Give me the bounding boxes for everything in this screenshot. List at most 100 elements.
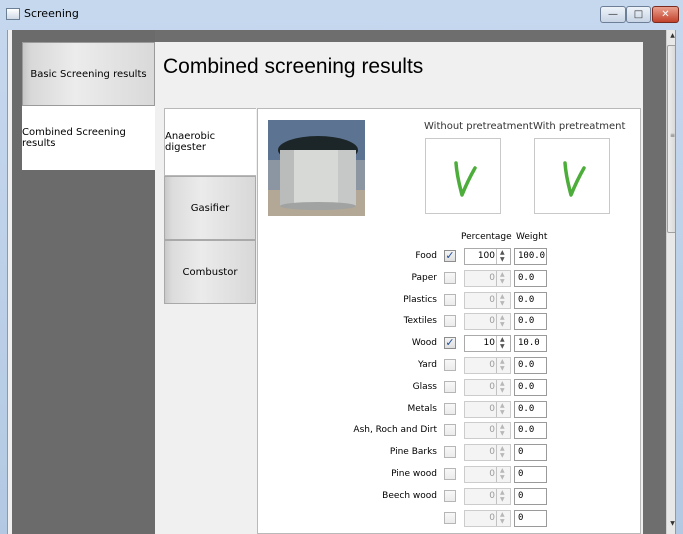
feedstock-label: Yard bbox=[417, 360, 437, 370]
spin-arrows[interactable]: ▲ ▼ bbox=[496, 423, 510, 439]
include-checkbox[interactable] bbox=[444, 315, 456, 328]
maximize-button[interactable]: □ bbox=[626, 6, 651, 23]
include-checkbox[interactable]: ✓ bbox=[444, 337, 456, 350]
feedstock-row: Pine wood 0 ▲ ▼ 0 bbox=[258, 465, 642, 485]
feedstock-row: Paper 0 ▲ ▼ 0.0 bbox=[258, 269, 642, 289]
percentage-value: 0 bbox=[489, 469, 495, 479]
percentage-spinbox[interactable]: 10 ▲ ▼ bbox=[464, 335, 511, 353]
percentage-value: 0 bbox=[489, 403, 495, 414]
weight-field[interactable]: 0.0 bbox=[514, 313, 547, 331]
percentage-column-header: Percentage bbox=[461, 232, 512, 242]
feedstock-row: Plastics 0 ▲ ▼ 0.0 bbox=[258, 291, 642, 311]
spin-arrows[interactable]: ▲ ▼ bbox=[496, 401, 510, 417]
include-checkbox[interactable] bbox=[444, 446, 456, 459]
percentage-value: 0 bbox=[489, 316, 495, 327]
include-checkbox[interactable] bbox=[444, 489, 456, 502]
weight-field[interactable]: 0.0 bbox=[514, 357, 547, 374]
page-title: Combined screening results bbox=[163, 55, 424, 78]
include-checkbox[interactable] bbox=[444, 402, 456, 415]
weight-field[interactable]: 10.0 bbox=[514, 335, 547, 353]
spin-arrows[interactable]: ▲ ▼ bbox=[496, 379, 510, 395]
weight-field[interactable]: 0.0 bbox=[514, 422, 547, 440]
include-checkbox[interactable] bbox=[444, 424, 456, 437]
tab-basic-screening-results[interactable]: Basic Screening results bbox=[22, 42, 155, 106]
spin-arrows[interactable]: ▲ ▼ bbox=[496, 336, 510, 352]
spin-down-icon[interactable]: ▼ bbox=[500, 300, 505, 307]
spin-down-icon[interactable]: ▼ bbox=[500, 322, 505, 328]
weight-field[interactable]: 0.0 bbox=[514, 400, 547, 418]
spin-up-icon[interactable]: ▲ bbox=[500, 293, 505, 300]
percentage-spinbox[interactable]: 0 ▲ ▼ bbox=[464, 444, 511, 462]
spin-arrows[interactable]: ▲ ▼ bbox=[496, 488, 510, 504]
minimize-button[interactable]: — bbox=[600, 6, 626, 23]
feedstock-row: Food ✓ 100 ▲ ▼ 100.0 bbox=[258, 247, 642, 267]
percentage-spinbox[interactable]: 0 ▲ ▼ bbox=[464, 422, 511, 440]
tab-combined-screening-results[interactable]: Combined Screening results bbox=[22, 106, 161, 170]
spin-down-icon[interactable]: ▼ bbox=[500, 344, 505, 350]
percentage-spinbox[interactable]: 0 ▲ ▼ bbox=[464, 378, 511, 396]
scroll-thumb[interactable]: ≡ bbox=[667, 45, 675, 233]
tab-combustor[interactable]: Combustor bbox=[164, 240, 256, 304]
spin-arrows[interactable]: ▲ ▼ bbox=[496, 249, 510, 264]
spin-arrows[interactable]: ▲ ▼ bbox=[496, 270, 510, 286]
spin-down-icon[interactable]: ▼ bbox=[500, 453, 505, 459]
spin-up-icon[interactable]: ▲ bbox=[500, 511, 505, 518]
percentage-spinbox[interactable]: 0 ▲ ▼ bbox=[464, 487, 511, 505]
spin-down-icon[interactable]: ▼ bbox=[500, 475, 505, 481]
include-checkbox[interactable] bbox=[444, 380, 456, 393]
spin-up-icon[interactable]: ▲ bbox=[500, 380, 505, 387]
spin-arrows[interactable]: ▲ ▼ bbox=[496, 314, 510, 330]
include-checkbox[interactable] bbox=[444, 293, 456, 306]
weight-field[interactable]: 0.0 bbox=[514, 291, 547, 309]
percentage-spinbox[interactable]: 100 ▲ ▼ bbox=[464, 248, 511, 265]
spin-down-icon[interactable]: ▼ bbox=[500, 366, 505, 372]
content-area: Basic Screening results Combined Screeni… bbox=[12, 30, 666, 534]
include-checkbox[interactable] bbox=[444, 359, 456, 371]
weight-field[interactable]: 0 bbox=[514, 466, 547, 483]
weight-field[interactable]: 0 bbox=[514, 487, 547, 505]
percentage-spinbox[interactable]: 0 ▲ ▼ bbox=[464, 313, 511, 331]
weight-field[interactable]: 0 bbox=[514, 509, 547, 527]
include-checkbox[interactable] bbox=[444, 271, 456, 284]
percentage-spinbox[interactable]: 0 ▲ ▼ bbox=[464, 291, 511, 309]
spin-up-icon[interactable]: ▲ bbox=[500, 271, 505, 278]
spin-down-icon[interactable]: ▼ bbox=[500, 278, 505, 285]
spin-arrows[interactable]: ▲ ▼ bbox=[496, 445, 510, 461]
close-button[interactable]: ✕ bbox=[652, 6, 679, 23]
tab-anaerobic-digester[interactable]: Anaerobic digester bbox=[164, 108, 256, 176]
spin-down-icon[interactable]: ▼ bbox=[500, 409, 505, 416]
spin-down-icon[interactable]: ▼ bbox=[500, 257, 505, 263]
vertical-scrollbar[interactable]: ▲ ≡ ▼ bbox=[666, 30, 675, 534]
scroll-down-arrow-icon[interactable]: ▼ bbox=[668, 520, 675, 530]
feedstock-label: Textiles bbox=[403, 316, 437, 327]
percentage-spinbox[interactable]: 0 ▲ ▼ bbox=[464, 466, 511, 483]
spin-arrows[interactable]: ▲ ▼ bbox=[496, 358, 510, 373]
spin-up-icon[interactable]: ▲ bbox=[500, 402, 505, 409]
include-checkbox[interactable]: ✓ bbox=[444, 250, 456, 262]
weight-field[interactable]: 100.0 bbox=[514, 248, 547, 265]
tab-gasifier[interactable]: Gasifier bbox=[164, 176, 256, 240]
spin-up-icon[interactable]: ▲ bbox=[500, 489, 505, 496]
include-checkbox[interactable] bbox=[444, 468, 456, 480]
percentage-value: 0 bbox=[489, 381, 495, 392]
spin-arrows[interactable]: ▲ ▼ bbox=[496, 292, 510, 308]
feedstock-row: Beech wood 0 ▲ ▼ 0 bbox=[258, 487, 642, 507]
percentage-spinbox[interactable]: 0 ▲ ▼ bbox=[464, 400, 511, 418]
scroll-up-arrow-icon[interactable]: ▲ bbox=[668, 32, 675, 42]
percentage-spinbox[interactable]: 0 ▲ ▼ bbox=[464, 269, 511, 287]
title-bar[interactable]: Screening — □ ✕ bbox=[0, 0, 683, 30]
percentage-spinbox[interactable]: 0 ▲ ▼ bbox=[464, 357, 511, 374]
spin-arrows[interactable]: ▲ ▼ bbox=[496, 467, 510, 482]
weight-field[interactable]: 0 bbox=[514, 444, 547, 462]
feedstock-row: Textiles 0 ▲ ▼ 0.0 bbox=[258, 312, 642, 332]
spin-down-icon[interactable]: ▼ bbox=[500, 496, 505, 503]
spin-down-icon[interactable]: ▼ bbox=[500, 431, 505, 437]
weight-field[interactable]: 0.0 bbox=[514, 378, 547, 396]
weight-field[interactable]: 0.0 bbox=[514, 269, 547, 287]
spin-down-icon[interactable]: ▼ bbox=[500, 518, 505, 525]
feedstock-label: Beech wood bbox=[382, 490, 437, 501]
include-checkbox[interactable] bbox=[444, 511, 456, 524]
spin-down-icon[interactable]: ▼ bbox=[500, 387, 505, 394]
spin-arrows[interactable]: ▲ ▼ bbox=[496, 510, 510, 526]
percentage-spinbox[interactable]: 0 ▲ ▼ bbox=[464, 509, 511, 527]
